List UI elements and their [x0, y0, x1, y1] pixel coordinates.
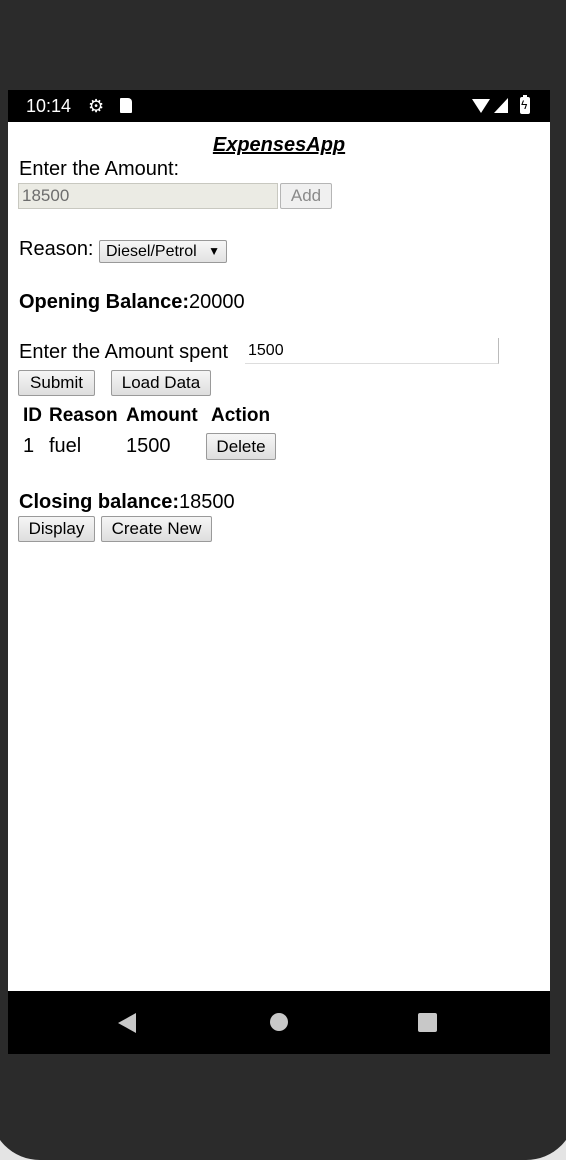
closing-balance: Closing balance:18500 — [19, 491, 235, 514]
row-amount: 1500 — [126, 435, 171, 457]
row-id: 1 — [23, 435, 35, 457]
table-header-id: ID — [23, 405, 42, 426]
home-icon[interactable] — [270, 1013, 288, 1031]
opening-balance-label: Opening Balance: — [19, 291, 190, 313]
load-data-button[interactable]: Load Data — [111, 370, 211, 396]
reason-select[interactable]: Diesel/Petrol ▼ — [99, 240, 227, 263]
opening-balance-value: 20000 — [189, 291, 245, 313]
amount-input[interactable] — [18, 183, 278, 209]
sd-card-icon — [120, 98, 132, 113]
reason-selected-value: Diesel/Petrol — [106, 243, 197, 260]
back-icon[interactable] — [118, 1013, 136, 1033]
table-header-reason: Reason — [49, 405, 118, 426]
table-header-action: Action — [211, 405, 271, 426]
status-time: 10:14 — [26, 96, 72, 116]
cell-signal-icon — [494, 98, 508, 113]
submit-button[interactable]: Submit — [18, 370, 95, 396]
dropdown-arrow-icon: ▼ — [208, 244, 220, 258]
wifi-icon — [472, 99, 490, 113]
spent-label: Enter the Amount spent — [19, 341, 229, 363]
closing-balance-label: Closing balance: — [19, 491, 180, 513]
add-button[interactable]: Add — [280, 183, 332, 209]
closing-balance-value: 18500 — [179, 491, 235, 513]
amount-spent-input[interactable] — [245, 338, 499, 364]
display-button[interactable]: Display — [18, 516, 95, 542]
reason-label: Reason: — [19, 238, 94, 260]
device-screen: 10:14 ⚙ ϟ ExpensesApp Enter the Amount: … — [8, 90, 550, 1054]
navigation-bar — [8, 991, 550, 1054]
battery-charging-icon: ϟ — [520, 95, 530, 114]
opening-balance: Opening Balance:20000 — [19, 291, 245, 314]
app-title: ExpensesApp — [212, 134, 346, 156]
amount-label: Enter the Amount: — [19, 158, 180, 180]
create-new-button[interactable]: Create New — [101, 516, 212, 542]
row-reason: fuel — [49, 435, 82, 457]
delete-button[interactable]: Delete — [206, 433, 276, 460]
table-header-amount: Amount — [126, 405, 198, 426]
settings-gear-icon: ⚙ — [88, 96, 105, 116]
status-bar: 10:14 ⚙ ϟ — [8, 90, 550, 122]
recent-apps-icon[interactable] — [418, 1013, 437, 1032]
